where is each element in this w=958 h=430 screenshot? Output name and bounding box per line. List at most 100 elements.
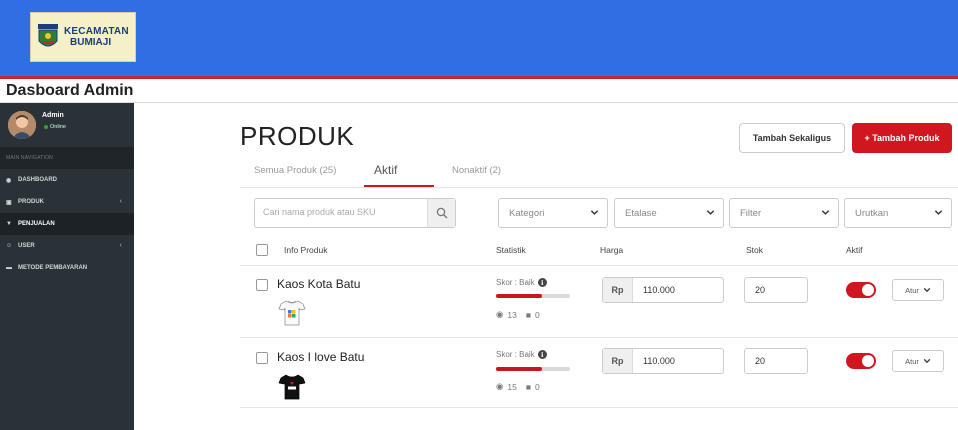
- card-icon: ▬: [6, 265, 12, 271]
- tab-inactive[interactable]: Nonaktif (2): [452, 165, 501, 176]
- sidebar-item-penjualan[interactable]: ▼ PENJUALAN: [0, 213, 134, 235]
- sidebar-item-label: PRODUK: [18, 199, 45, 205]
- sort-select[interactable]: Urutkan: [844, 198, 952, 228]
- sidebar-item-metode-pembayaran[interactable]: ▬ METODE PEMBAYARAN: [0, 257, 134, 279]
- tab-active[interactable]: Aktif: [374, 163, 397, 177]
- sidebar-item-user[interactable]: ☺ USER ‹: [0, 235, 134, 257]
- product-name[interactable]: Kaos Kota Batu: [277, 277, 360, 291]
- column-header-info-produk: Info Produk: [284, 245, 328, 255]
- bag-icon: ■: [525, 381, 532, 392]
- avatar[interactable]: [8, 111, 36, 139]
- sidebar: Admin Online MAIN NAVIGATION ◉ DASHBOARD…: [0, 103, 134, 430]
- toggle-knob: [862, 355, 874, 367]
- logo-text-line1: KECAMATAN: [64, 26, 129, 37]
- tabs-divider: [240, 187, 958, 188]
- select-all-checkbox[interactable]: [256, 244, 268, 256]
- manage-dropdown-button[interactable]: Atur: [892, 350, 944, 372]
- sort-select-label: Urutkan: [855, 208, 889, 219]
- toggle-knob: [862, 284, 874, 296]
- sold-count: 0: [535, 381, 540, 392]
- dashboard-icon: ◉: [6, 177, 12, 184]
- score-bar-fill: [496, 367, 542, 371]
- bulk-add-button[interactable]: Tambah Sekaligus: [739, 123, 845, 153]
- active-toggle[interactable]: [846, 353, 876, 369]
- score-text: Skor : Baik: [496, 278, 535, 287]
- stock-field[interactable]: 20: [744, 348, 808, 374]
- sidebar-item-dashboard[interactable]: ◉ DASHBOARD: [0, 169, 134, 191]
- kecamatan-logo[interactable]: KECAMATAN BUMIAJI: [30, 12, 136, 62]
- column-header-statistik: Statistik: [496, 245, 526, 255]
- chevron-left-icon: ‹: [119, 198, 122, 205]
- info-icon[interactable]: i: [537, 350, 547, 359]
- info-icon[interactable]: i: [537, 278, 547, 287]
- sidebar-item-label: DASHBOARD: [18, 177, 57, 183]
- logo-text-line2: BUMIAJI: [70, 37, 112, 48]
- product-stats: ◉ 13 ■ 0: [496, 309, 540, 320]
- chevron-down-icon: [821, 210, 830, 215]
- nav-header: MAIN NAVIGATION: [0, 147, 134, 169]
- chevron-down-icon: [923, 358, 931, 364]
- price-value: 110.000: [643, 356, 675, 366]
- tab-all-products[interactable]: Semua Produk (25): [254, 165, 336, 176]
- filter-select-label: Filter: [740, 208, 762, 219]
- search-input[interactable]: [263, 207, 423, 217]
- column-header-harga: Harga: [600, 245, 624, 255]
- main-content: PRODUK Tambah Sekaligus + Tambah Produk …: [134, 103, 958, 430]
- sidebar-item-produk[interactable]: ▣ PRODUK ‹: [0, 191, 134, 213]
- row-divider: [240, 407, 958, 408]
- row-checkbox[interactable]: [256, 279, 268, 291]
- etalase-select-label: Etalase: [625, 208, 657, 219]
- header-divider: [240, 265, 958, 266]
- chevron-down-icon: [923, 287, 931, 293]
- page-title: PRODUK: [240, 121, 355, 151]
- chevron-down-icon: [590, 210, 599, 215]
- price-field[interactable]: Rp 110.000: [602, 277, 724, 303]
- stock-value: 20: [755, 285, 766, 295]
- search-box: [254, 198, 456, 228]
- admin-title-bar: Dasboard Admin: [0, 79, 958, 103]
- score-label: Skor : Baik i: [496, 278, 547, 287]
- active-toggle[interactable]: [846, 282, 876, 298]
- book-icon: ▣: [6, 199, 12, 206]
- etalase-select[interactable]: Etalase: [614, 198, 724, 228]
- currency-prefix: Rp: [603, 278, 633, 302]
- column-header-aktif: Aktif: [846, 245, 863, 255]
- views-count: 15: [507, 381, 517, 392]
- stock-field[interactable]: 20: [744, 277, 808, 303]
- stock-value: 20: [755, 356, 766, 366]
- column-header-stok: Stok: [746, 245, 764, 255]
- bag-icon: ■: [525, 309, 532, 320]
- user-icon: ☺: [6, 243, 13, 249]
- price-value: 110.000: [643, 285, 675, 295]
- user-status-label: Online: [50, 124, 66, 130]
- category-select-label: Kategori: [509, 208, 545, 219]
- sidebar-item-label: PENJUALAN: [18, 221, 55, 227]
- product-name[interactable]: Kaos I love Batu: [277, 350, 364, 364]
- score-label: Skor : Baik i: [496, 350, 547, 359]
- manage-label: Atur: [905, 356, 919, 366]
- price-field[interactable]: Rp 110.000: [602, 348, 724, 374]
- category-select[interactable]: Kategori: [498, 198, 608, 228]
- cart-icon: ▼: [6, 221, 12, 227]
- dashboard-title: Dasboard Admin: [6, 82, 134, 99]
- search-button[interactable]: [427, 199, 455, 227]
- product-image[interactable]: [277, 371, 307, 401]
- score-text: Skor : Baik: [496, 350, 535, 359]
- sidebar-item-label: USER: [18, 243, 35, 249]
- user-name: Admin: [42, 112, 64, 119]
- add-product-button[interactable]: + Tambah Produk: [852, 123, 952, 153]
- eye-icon: ◉: [496, 381, 504, 391]
- filter-select[interactable]: Filter: [729, 198, 839, 228]
- product-image[interactable]: [277, 297, 307, 327]
- row-checkbox[interactable]: [256, 352, 268, 364]
- score-bar-fill: [496, 294, 542, 298]
- chevron-down-icon: [706, 210, 715, 215]
- nav-header-label: MAIN NAVIGATION: [6, 155, 53, 161]
- currency-prefix: Rp: [603, 349, 633, 373]
- product-stats: ◉ 15 ■ 0: [496, 381, 540, 392]
- row-divider: [240, 337, 958, 338]
- user-status: Online: [44, 124, 66, 130]
- manage-dropdown-button[interactable]: Atur: [892, 279, 944, 301]
- eye-icon: ◉: [496, 309, 504, 319]
- top-header-bar: KECAMATAN BUMIAJI: [0, 0, 958, 78]
